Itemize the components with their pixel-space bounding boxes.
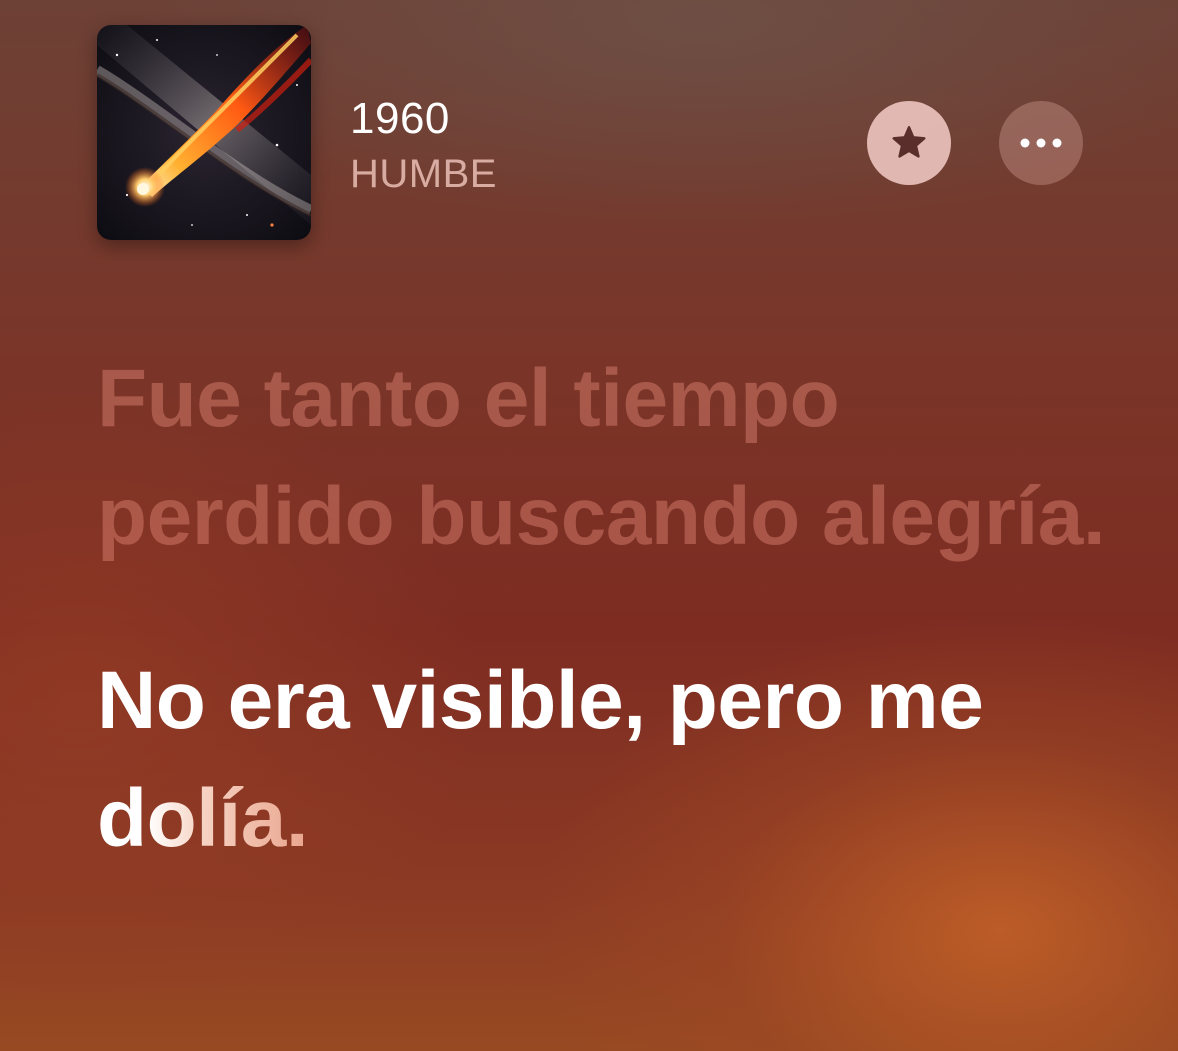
now-playing-header: 1960 HUMBE [0, 0, 1178, 260]
comet-artwork-icon [97, 25, 311, 240]
artist-name[interactable]: HUMBE [350, 152, 497, 197]
star-icon [892, 126, 926, 158]
lyric-line-previous[interactable]: Fue tanto el tiempo perdido buscando ale… [97, 340, 1117, 576]
album-artwork[interactable] [97, 25, 311, 240]
more-options-button[interactable] [999, 101, 1083, 185]
favorite-button[interactable] [867, 101, 951, 185]
lyrics-view[interactable]: Fue tanto el tiempo perdido buscando ale… [97, 340, 1117, 878]
lyric-current-unsung: olía. [146, 773, 309, 864]
lyric-line-current[interactable]: No era visible, pero me dolía. [97, 642, 1117, 878]
song-title: 1960 [350, 94, 450, 143]
ellipsis-icon [1020, 138, 1062, 148]
